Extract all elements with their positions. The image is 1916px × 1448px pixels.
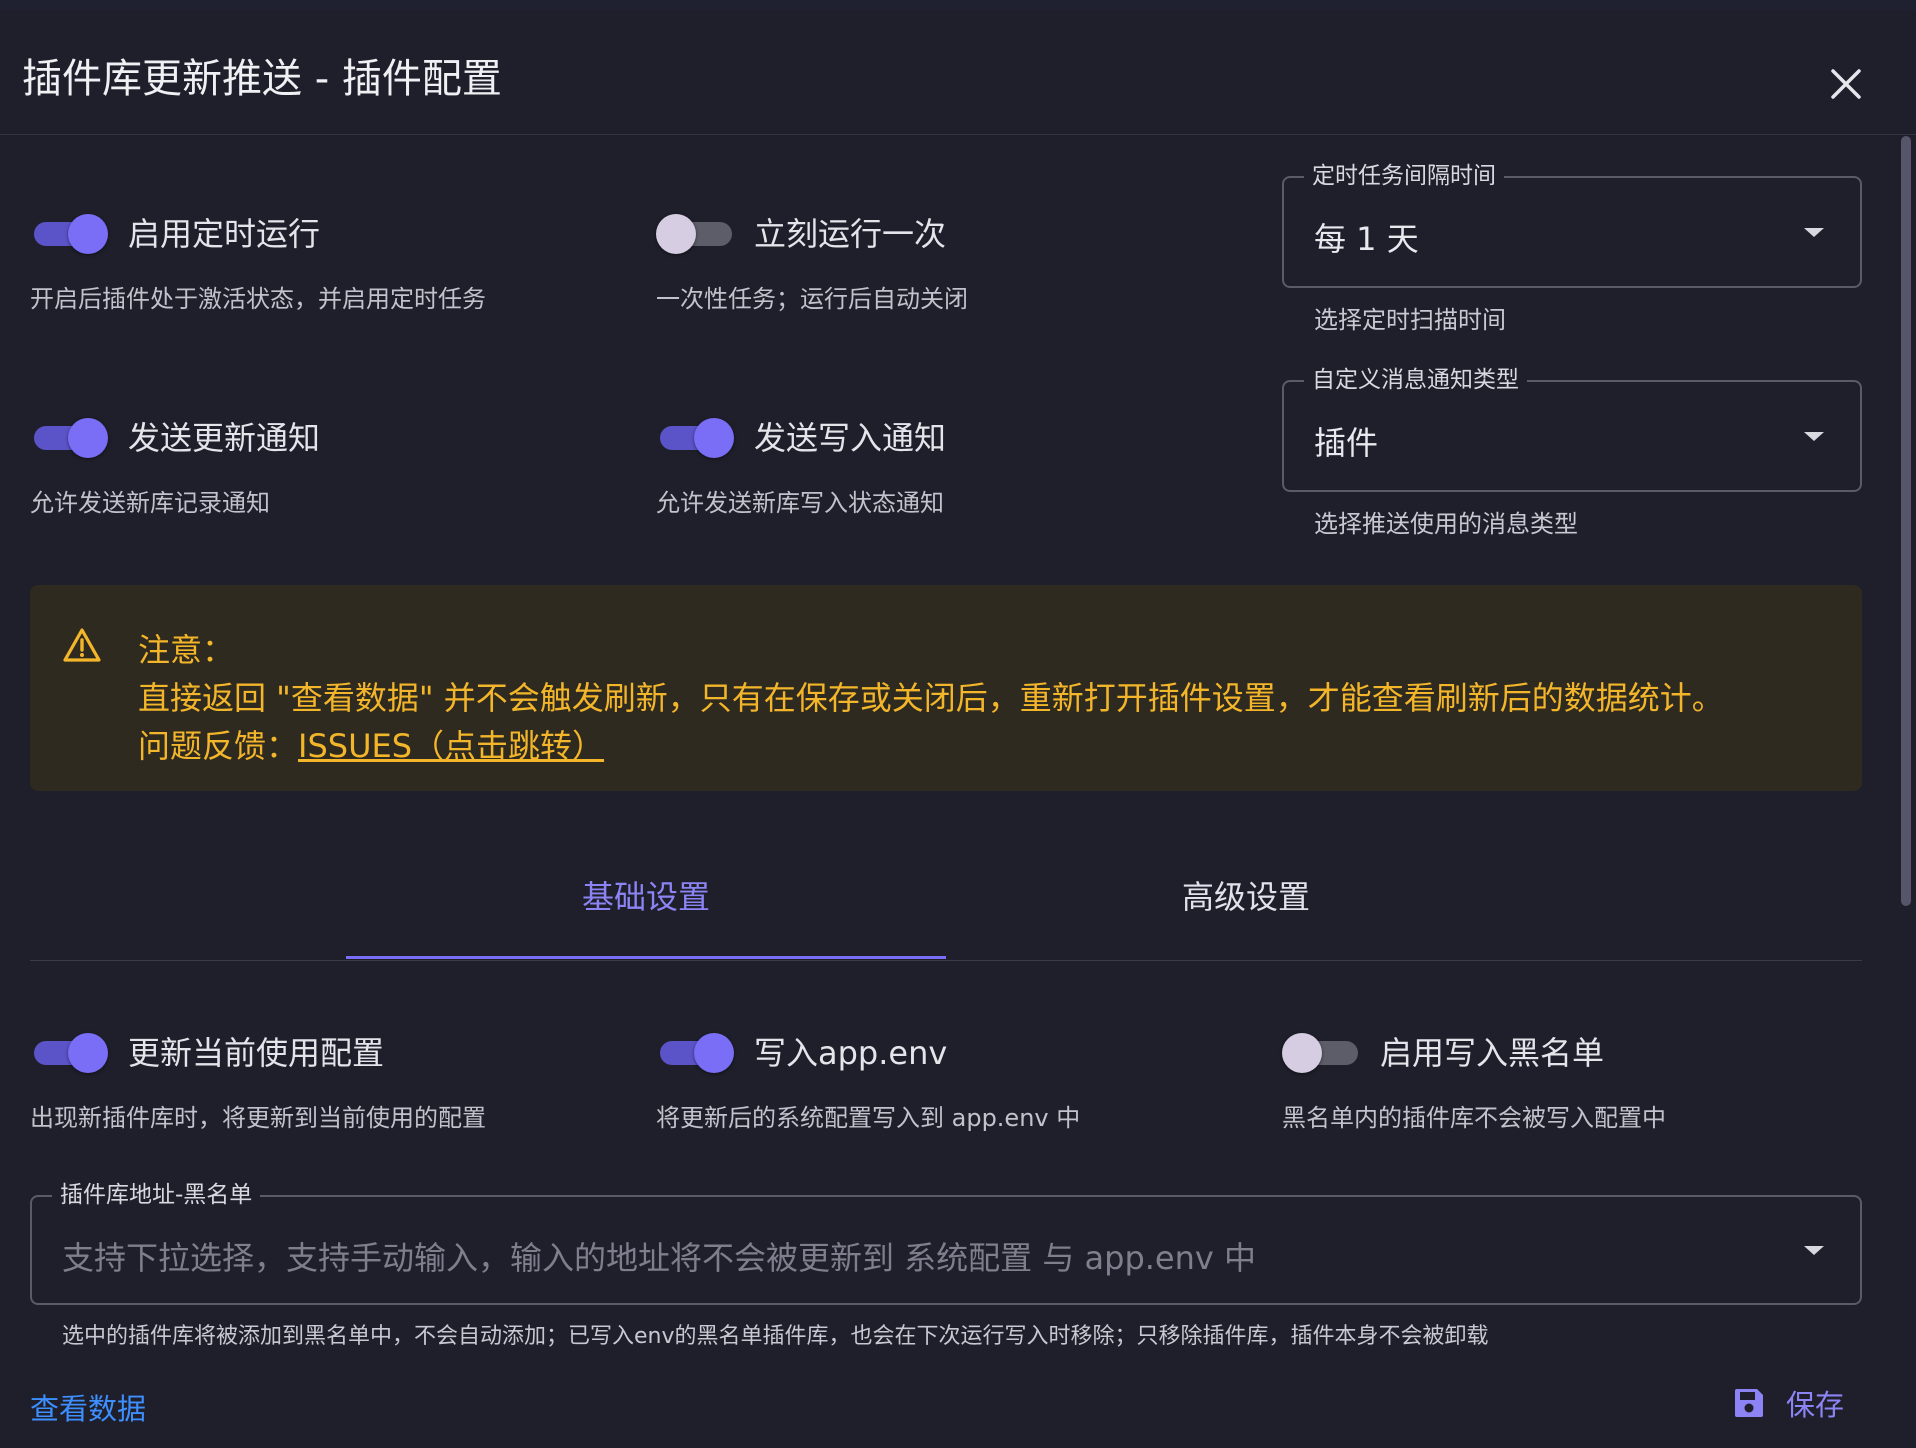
update-current-config-field: 更新当前使用配置 出现新插件库时，将更新到当前使用的配置 <box>30 1026 486 1133</box>
warning-icon <box>63 628 101 662</box>
interval-select[interactable]: 定时任务间隔时间 每 1 天 <box>1282 160 1862 288</box>
warning-alert: 注意： 直接返回 "查看数据" 并不会触发刷新，只有在保存或关闭后，重新打开插件… <box>30 585 1862 791</box>
tab-advanced-settings[interactable]: 高级设置 <box>946 830 1546 960</box>
run-once-hint: 一次性任务；运行后自动关闭 <box>656 285 968 313</box>
enable-blacklist-switch[interactable] <box>1282 1026 1360 1076</box>
issues-link[interactable]: ISSUES（点击跳转） <box>298 727 604 765</box>
send-update-notify-switch[interactable] <box>30 411 108 461</box>
send-update-notify-field: 发送更新通知 允许发送新库记录通知 <box>30 411 320 518</box>
dialog-header: 插件库更新推送 - 插件配置 <box>0 10 1916 135</box>
caret-down-icon <box>1804 432 1824 441</box>
run-once-label: 立刻运行一次 <box>754 215 947 253</box>
msg-type-select-hint: 选择推送使用的消息类型 <box>1314 510 1578 538</box>
caret-down-icon <box>1804 228 1824 237</box>
floppy-disk-icon <box>1735 1389 1763 1417</box>
enable-cron-hint: 开启后插件处于激活状态，并启用定时任务 <box>30 285 486 313</box>
enable-blacklist-field: 启用写入黑名单 黑名单内的插件库不会被写入配置中 <box>1282 1026 1666 1133</box>
interval-select-hint: 选择定时扫描时间 <box>1314 306 1506 334</box>
save-button-label: 保存 <box>1786 1388 1845 1422</box>
plugin-config-dialog: 插件库更新推送 - 插件配置 启用定时运行 开启后插件处于激活状态，并启用定时任… <box>0 10 1916 1448</box>
blacklist-combobox-label: 插件库地址-黑名单 <box>52 1179 261 1211</box>
settings-tabs: 基础设置 高级设置 <box>30 830 1862 961</box>
send-update-notify-label: 发送更新通知 <box>128 419 321 457</box>
blacklist-hint: 选中的插件库将被添加到黑名单中，不会自动添加；已写入env的黑名单插件库，也会在… <box>62 1324 1489 1349</box>
save-button[interactable]: 保存 <box>1732 1382 1844 1424</box>
write-app-env-hint: 将更新后的系统配置写入到 app.env 中 <box>656 1104 1081 1132</box>
active-tab-indicator <box>346 956 946 959</box>
write-app-env-field: 写入app.env 将更新后的系统配置写入到 app.env 中 <box>656 1026 1080 1133</box>
send-write-notify-switch[interactable] <box>656 411 734 461</box>
scrollbar-thumb[interactable] <box>1901 136 1911 906</box>
blacklist-combobox-placeholder: 支持下拉选择，支持手动输入，输入的地址将不会被更新到 系统配置 与 app.en… <box>62 1239 1257 1277</box>
send-write-notify-field: 发送写入通知 允许发送新库写入状态通知 <box>656 411 946 518</box>
enable-cron-label: 启用定时运行 <box>128 215 321 253</box>
close-button[interactable] <box>1810 48 1882 120</box>
send-update-notify-hint: 允许发送新库记录通知 <box>30 489 270 517</box>
alert-text: 直接返回 "查看数据" 并不会触发刷新，只有在保存或关闭后，重新打开插件设置，才… <box>138 679 1724 717</box>
update-current-config-switch[interactable] <box>30 1026 108 1076</box>
enable-cron-switch[interactable] <box>30 207 108 257</box>
enable-blacklist-label: 启用写入黑名单 <box>1380 1034 1605 1072</box>
update-current-config-label: 更新当前使用配置 <box>128 1034 385 1072</box>
view-data-button[interactable]: 查看数据 <box>30 1386 146 1428</box>
msg-type-select-value: 插件 <box>1314 424 1379 462</box>
caret-down-icon[interactable] <box>1804 1246 1824 1255</box>
alert-title: 注意： <box>138 631 235 669</box>
run-once-switch[interactable] <box>656 207 734 257</box>
run-once-field: 立刻运行一次 一次性任务；运行后自动关闭 <box>656 207 968 314</box>
interval-select-label: 定时任务间隔时间 <box>1304 160 1504 192</box>
blacklist-combobox[interactable]: 插件库地址-黑名单 支持下拉选择，支持手动输入，输入的地址将不会被更新到 系统配… <box>30 1179 1862 1305</box>
write-app-env-switch[interactable] <box>656 1026 734 1076</box>
enable-blacklist-hint: 黑名单内的插件库不会被写入配置中 <box>1282 1104 1666 1132</box>
alert-feedback: 问题反馈：ISSUES（点击跳转） <box>138 721 604 767</box>
msg-type-select-label: 自定义消息通知类型 <box>1304 364 1527 396</box>
enable-cron-field: 启用定时运行 开启后插件处于激活状态，并启用定时任务 <box>30 207 486 314</box>
msg-type-select[interactable]: 自定义消息通知类型 插件 <box>1282 364 1862 492</box>
alert-feedback-prefix: 问题反馈： <box>138 727 299 765</box>
close-icon <box>1831 69 1861 99</box>
interval-select-value: 每 1 天 <box>1314 220 1419 258</box>
write-app-env-label: 写入app.env <box>754 1034 948 1072</box>
send-write-notify-hint: 允许发送新库写入状态通知 <box>656 489 944 517</box>
tab-basic-settings[interactable]: 基础设置 <box>346 830 946 960</box>
update-current-config-hint: 出现新插件库时，将更新到当前使用的配置 <box>30 1104 486 1132</box>
dialog-title: 插件库更新推送 - 插件配置 <box>22 56 502 102</box>
send-write-notify-label: 发送写入通知 <box>754 419 947 457</box>
